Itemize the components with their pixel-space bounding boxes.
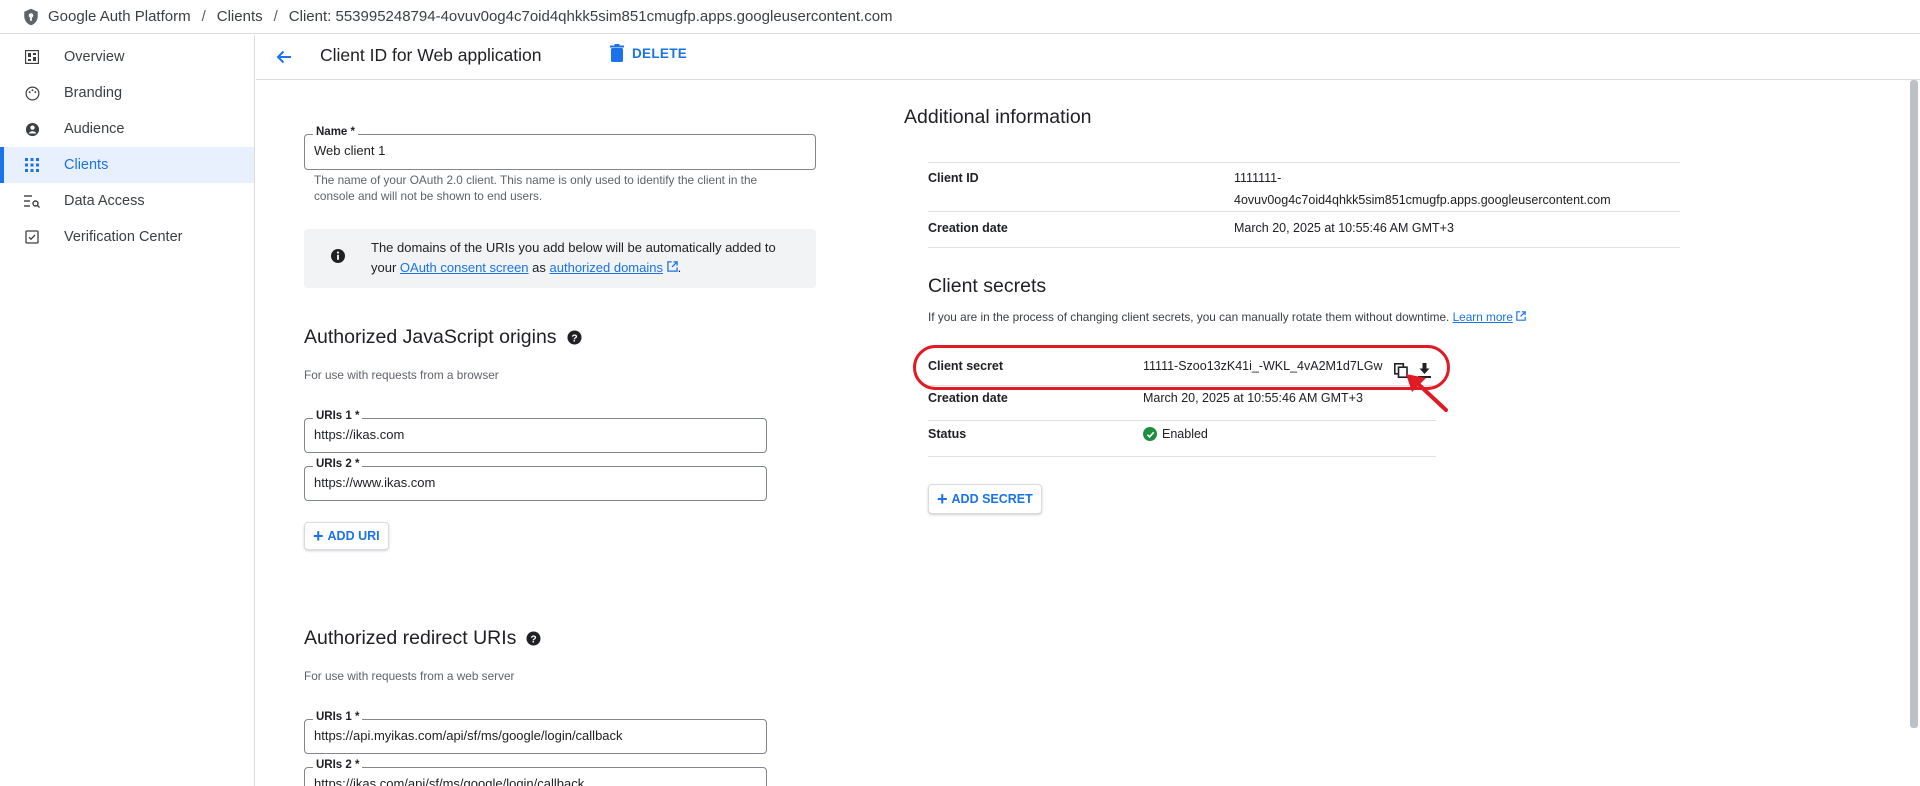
- sidebar-item-label: Data Access: [64, 193, 145, 209]
- back-arrow-icon[interactable]: [274, 47, 294, 67]
- plus-icon: +: [937, 489, 948, 509]
- redirect-uris-title: Authorized redirect URIs ?: [304, 627, 541, 650]
- delete-button[interactable]: DELETE: [610, 44, 687, 62]
- js-origin-uri-2-field[interactable]: URIs 2 * https://www.ikas.com: [304, 458, 767, 501]
- shield-icon: [24, 8, 38, 25]
- redirect-uri-2-field[interactable]: URIs 2 * https://ikas.com/api/sf/ms/goog…: [304, 759, 767, 786]
- creation-date-value: March 20, 2025 at 10:55:46 AM GMT+3: [1234, 221, 1454, 235]
- breadcrumb-app[interactable]: Google Auth Platform: [48, 8, 191, 25]
- breadcrumb-client: Client: 553995248794-4ovuv0og4c7oid4qhkk…: [288, 8, 893, 25]
- sidebar-item-label: Verification Center: [64, 229, 183, 245]
- creation-date-row: Creation date March 20, 2025 at 10:55:46…: [928, 212, 1680, 248]
- info-text-part: as: [528, 260, 550, 275]
- client-id-key: Client ID: [928, 171, 979, 185]
- add-uri-label: ADD URI: [327, 529, 380, 543]
- sidebar-item-branding[interactable]: Branding: [0, 75, 254, 111]
- redirect-uri-1-field[interactable]: URIs 1 * https://api.myikas.com/api/sf/m…: [304, 711, 767, 754]
- external-link-icon: [666, 261, 678, 272]
- js-origins-title-text: Authorized JavaScript origins: [304, 326, 557, 348]
- red-arrow-annotation: [1406, 374, 1448, 412]
- redirect-uris-subtitle: For use with requests from a web server: [304, 669, 515, 683]
- secret-creation-date-key: Creation date: [928, 391, 1008, 405]
- help-icon[interactable]: ?: [567, 330, 582, 345]
- breadcrumb-clients[interactable]: Clients: [217, 8, 263, 25]
- add-secret-label: ADD SECRET: [951, 492, 1033, 506]
- secret-creation-date-value: March 20, 2025 at 10:55:46 AM GMT+3: [1143, 391, 1363, 405]
- secret-status-row: Status Enabled: [928, 421, 1436, 457]
- client-id-row: Client ID 1111111- 4ovuv0og4c7oid4qhkk5s…: [928, 162, 1680, 212]
- client-secrets-desc-text: If you are in the process of changing cl…: [928, 310, 1453, 324]
- palette-icon: [24, 85, 40, 101]
- uri-field-value: https://www.ikas.com: [314, 475, 436, 490]
- additional-info-table: Client ID 1111111- 4ovuv0og4c7oid4qhkk5s…: [928, 162, 1680, 248]
- secret-creation-date-row: Creation date March 20, 2025 at 10:55:46…: [928, 386, 1436, 421]
- data-access-icon: [24, 193, 40, 209]
- domains-info-text: The domains of the URIs you add below wi…: [371, 238, 791, 278]
- uri-field-value: https://ikas.com: [314, 427, 405, 442]
- scrollbar[interactable]: [1910, 80, 1918, 728]
- name-hint: The name of your OAuth 2.0 client. This …: [314, 173, 758, 203]
- uri-field-label: URIs 2 *: [313, 759, 363, 771]
- uri-field-label: URIs 1 *: [313, 711, 363, 723]
- sidebar: Overview Branding Audience Clients Data …: [0, 35, 255, 786]
- sidebar-item-data-access[interactable]: Data Access: [0, 183, 254, 219]
- verification-icon: [24, 229, 40, 245]
- authorized-domains-link[interactable]: authorized domains: [550, 260, 663, 275]
- add-secret-button[interactable]: + ADD SECRET: [928, 484, 1042, 514]
- name-field[interactable]: Name * Web client 1: [304, 126, 816, 170]
- svg-text:?: ?: [571, 333, 577, 344]
- dashboard-icon: [24, 49, 40, 65]
- help-icon[interactable]: ?: [526, 631, 541, 646]
- creation-date-key: Creation date: [928, 221, 1008, 235]
- sidebar-item-audience[interactable]: Audience: [0, 111, 254, 147]
- breadcrumb-separator: /: [201, 8, 206, 25]
- info-text-part: .: [677, 260, 682, 275]
- client-id-line1: 1111111-: [1234, 171, 1282, 185]
- sidebar-item-label: Clients: [64, 157, 109, 173]
- breadcrumb: Google Auth Platform / Clients / Client:…: [0, 0, 1920, 34]
- client-secret-highlight: [913, 345, 1450, 390]
- name-field-value: Web client 1: [314, 143, 386, 158]
- oauth-consent-screen-link[interactable]: OAuth consent screen: [400, 260, 529, 275]
- sidebar-item-label: Branding: [64, 85, 123, 101]
- secret-status-key: Status: [928, 427, 967, 441]
- sidebar-item-label: Overview: [64, 49, 125, 65]
- js-origins-title: Authorized JavaScript origins ?: [304, 326, 582, 349]
- check-circle-icon: [1143, 427, 1157, 441]
- plus-icon: +: [313, 526, 324, 546]
- sidebar-item-verification-center[interactable]: Verification Center: [0, 219, 254, 255]
- client-secrets-title: Client secrets: [928, 275, 1047, 297]
- trash-icon: [610, 44, 624, 62]
- learn-more-link[interactable]: Learn more: [1453, 310, 1513, 324]
- uri-field-value: https://ikas.com/api/sf/ms/google/login/…: [314, 776, 585, 786]
- page-header: Client ID for Web application DELETE: [256, 35, 1920, 80]
- external-link-icon: [1516, 311, 1526, 321]
- sidebar-item-overview[interactable]: Overview: [0, 39, 254, 75]
- js-origin-uri-1-field[interactable]: URIs 1 * https://ikas.com: [304, 410, 767, 453]
- uri-field-value: https://api.myikas.com/api/sf/ms/google/…: [314, 728, 623, 743]
- page-title: Client ID for Web application: [320, 45, 542, 65]
- sidebar-item-clients[interactable]: Clients: [0, 147, 254, 183]
- name-field-label: Name *: [313, 126, 358, 138]
- domains-info-box: The domains of the URIs you add below wi…: [304, 229, 816, 288]
- grid-icon: [24, 157, 40, 173]
- person-icon: [24, 121, 40, 137]
- add-uri-button[interactable]: + ADD URI: [304, 522, 389, 550]
- uri-field-label: URIs 1 *: [313, 410, 363, 422]
- js-origins-subtitle: For use with requests from a browser: [304, 368, 499, 382]
- svg-text:?: ?: [531, 634, 537, 645]
- info-icon: [331, 249, 345, 263]
- additional-info-title: Additional information: [904, 106, 1092, 128]
- breadcrumb-separator: /: [273, 8, 278, 25]
- sidebar-item-label: Audience: [64, 121, 125, 137]
- status-text: Enabled: [1162, 427, 1208, 441]
- client-id-line2: 4ovuv0og4c7oid4qhkk5sim851cmugfp.apps.go…: [1234, 193, 1611, 207]
- redirect-uris-title-text: Authorized redirect URIs: [304, 627, 517, 649]
- status-badge: Enabled: [1143, 423, 1208, 445]
- uri-field-label: URIs 2 *: [313, 458, 363, 470]
- client-secrets-desc: If you are in the process of changing cl…: [928, 310, 1526, 324]
- delete-label: DELETE: [632, 45, 688, 61]
